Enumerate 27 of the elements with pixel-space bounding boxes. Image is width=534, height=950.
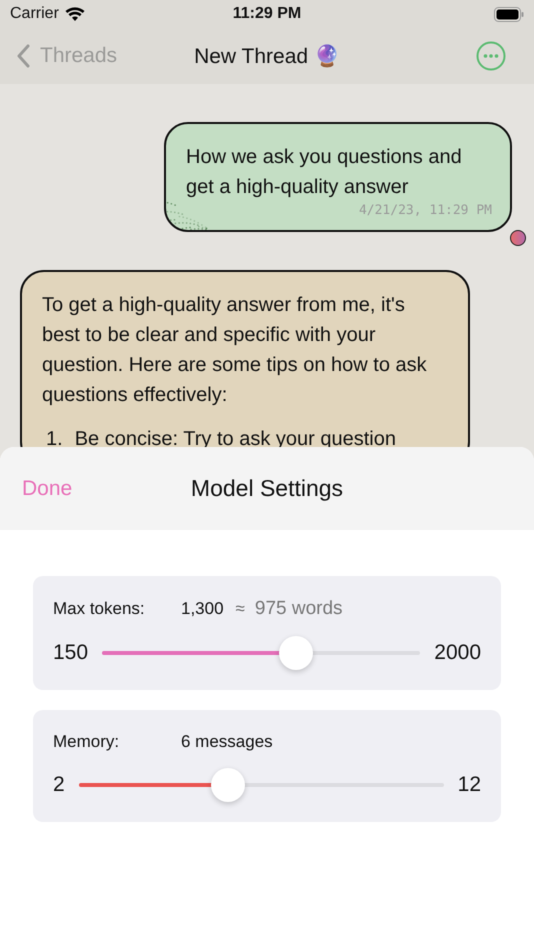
setting-value: 6 messages xyxy=(181,732,273,752)
more-icon[interactable] xyxy=(476,41,506,71)
message-text: To get a high-quality answer from me, it's best to be clear and specific with your question. Here are some tips on how to ask questions effectively: xyxy=(42,293,428,408)
clock-time: 11:29 PM xyxy=(232,5,302,23)
list-number: 1. xyxy=(46,427,63,452)
thread-title: New Thread 🔮 xyxy=(194,44,340,68)
slider-max-label: 12 xyxy=(458,773,481,797)
slider-min-label: 150 xyxy=(53,641,88,665)
message-timestamp: 4/21/23, 11:29 PM xyxy=(358,202,492,220)
setting-value: 1,300 xyxy=(181,599,224,619)
setting-label: Max tokens: xyxy=(53,599,146,619)
avatar-dot xyxy=(510,230,526,246)
word-estimate: 975 words xyxy=(254,598,343,620)
wifi-icon xyxy=(64,6,85,22)
done-button[interactable]: Done xyxy=(22,476,72,500)
message-text: How we ask you questions and get a high-quality answer xyxy=(186,145,463,200)
sheet-title: Model Settings xyxy=(190,475,344,502)
slider-max-label: 2000 xyxy=(434,641,481,665)
chevron-left-icon xyxy=(16,44,30,68)
slider-thumb[interactable] xyxy=(279,636,314,670)
setting-label: Memory: xyxy=(53,732,120,752)
battery-icon xyxy=(494,6,524,22)
slider-min-label: 2 xyxy=(53,773,65,797)
approx-sign: ≈ xyxy=(236,599,245,619)
back-button[interactable]: Threads xyxy=(16,44,118,68)
slider-thumb[interactable] xyxy=(211,768,246,802)
carrier-label: Carrier xyxy=(10,5,59,23)
